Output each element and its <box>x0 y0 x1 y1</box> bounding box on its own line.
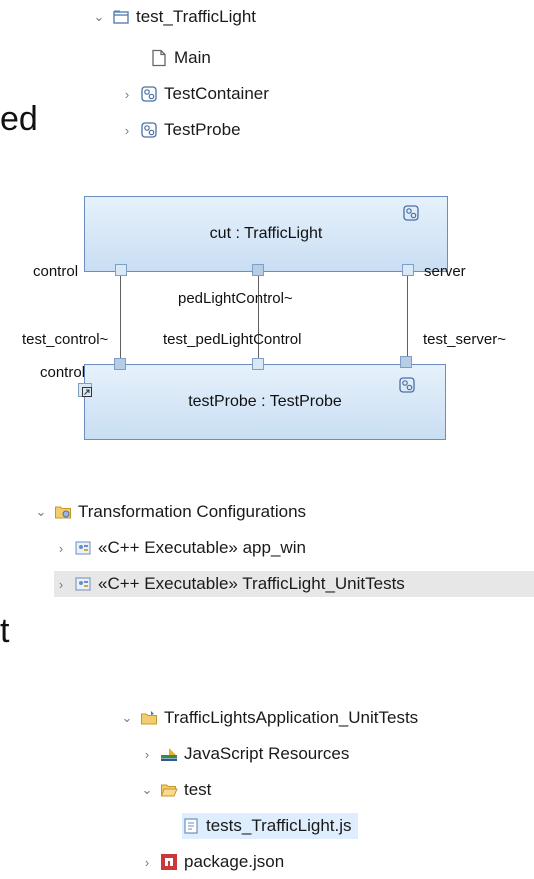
tree-item-test-trafficlight[interactable]: ⌄ test_TrafficLight <box>92 4 256 30</box>
tree-item-label: Main <box>174 48 211 67</box>
chevron-down-icon[interactable]: ⌄ <box>140 782 154 797</box>
port-label-pedlightcontrol: pedLightControl~ <box>178 290 293 307</box>
chevron-right-icon[interactable]: › <box>140 855 154 870</box>
tree-item-label: TrafficLightsApplication_UnitTests <box>164 708 419 727</box>
chevron-down-icon[interactable]: ⌄ <box>34 504 48 519</box>
chevron-right-icon[interactable]: › <box>140 747 154 762</box>
tree-item-testprobe[interactable]: › TestProbe <box>120 117 241 143</box>
transformation-config-icon <box>74 575 92 593</box>
relay-port-icon <box>82 384 92 397</box>
tree-item-label: tests_TrafficLight.js <box>206 816 352 835</box>
transformation-config-icon <box>74 539 92 557</box>
tree-item-label: package.json <box>184 852 285 871</box>
tree-item-trafficlightsapplication-unittests[interactable]: ⌄ TrafficLightsApplication_UnitTests <box>120 705 419 731</box>
tree-item-trafficlight-unittests[interactable]: › «C++ Executable» TrafficLight_UnitTest… <box>54 571 534 597</box>
port-label-control: control <box>33 263 79 280</box>
tree-item-label: «C++ Executable» TrafficLight_UnitTests <box>98 574 405 593</box>
chevron-right-icon[interactable]: › <box>120 123 134 138</box>
package-icon <box>112 8 130 26</box>
part-label: cut : TrafficLight <box>209 225 323 242</box>
port-label-probe-control: control <box>40 364 86 381</box>
port-label-test-control: test_control~ <box>22 331 109 348</box>
slide-text-fragment: t <box>0 612 10 650</box>
port-server[interactable] <box>402 264 414 276</box>
tree-item-app-win[interactable]: › «C++ Executable» app_win <box>54 535 306 561</box>
chevron-right-icon[interactable]: › <box>54 541 68 556</box>
port-label-server: server <box>424 263 466 280</box>
chevron-down-icon[interactable]: ⌄ <box>92 9 106 24</box>
port-test-pedlightcontrol[interactable] <box>252 358 264 370</box>
tree-item-javascript-resources[interactable]: › JavaScript Resources <box>140 741 350 767</box>
library-icon <box>160 745 178 763</box>
port-test-server[interactable] <box>400 356 412 368</box>
tree-item-test-folder[interactable]: ⌄ test <box>140 777 212 803</box>
transformation-folder-icon <box>54 503 72 521</box>
project-folder-icon <box>140 709 158 727</box>
capsule-icon <box>398 376 416 394</box>
folder-open-icon <box>160 781 178 799</box>
part-cut-trafficlight[interactable]: cut : TrafficLight <box>84 196 448 272</box>
tree-item-label: «C++ Executable» app_win <box>98 538 306 557</box>
tree-item-label: test_TrafficLight <box>136 7 257 26</box>
tree-item-transformation-configurations[interactable]: ⌄ Transformation Configurations <box>34 499 306 525</box>
tree-item-label: test <box>184 780 212 799</box>
tree-item-label: TestProbe <box>164 120 241 139</box>
port-label-test-pedlightcontrol: test_pedLightControl <box>163 331 302 348</box>
tree-item-tests-trafficlight-js[interactable]: tests_TrafficLight.js <box>182 813 358 839</box>
tree-item-package-json[interactable]: › package.json <box>140 849 284 875</box>
file-icon <box>150 49 168 67</box>
chevron-right-icon[interactable]: › <box>120 87 134 102</box>
tree-item-label: JavaScript Resources <box>184 744 350 763</box>
connector-control[interactable] <box>120 276 121 364</box>
port-pedlightcontrol[interactable] <box>252 264 264 276</box>
port-control[interactable] <box>115 264 127 276</box>
port-label-test-server: test_server~ <box>423 331 506 348</box>
connector-server[interactable] <box>407 276 408 364</box>
port-test-control[interactable] <box>114 358 126 370</box>
tree-item-testcontainer[interactable]: › TestContainer <box>120 81 269 107</box>
capsule-icon <box>140 121 158 139</box>
npm-icon <box>160 853 178 871</box>
capsule-icon <box>402 204 420 222</box>
part-label: testProbe : TestProbe <box>188 393 342 410</box>
js-file-icon <box>182 817 200 835</box>
chevron-down-icon[interactable]: ⌄ <box>120 710 134 725</box>
tree-item-main[interactable]: Main <box>150 45 211 71</box>
capsule-icon <box>140 85 158 103</box>
chevron-right-icon[interactable]: › <box>54 577 68 592</box>
tree-item-label: TestContainer <box>164 84 269 103</box>
slide-text-fragment: ed <box>0 100 38 138</box>
part-testprobe[interactable]: testProbe : TestProbe <box>84 364 446 440</box>
tree-item-label: Transformation Configurations <box>78 502 307 521</box>
